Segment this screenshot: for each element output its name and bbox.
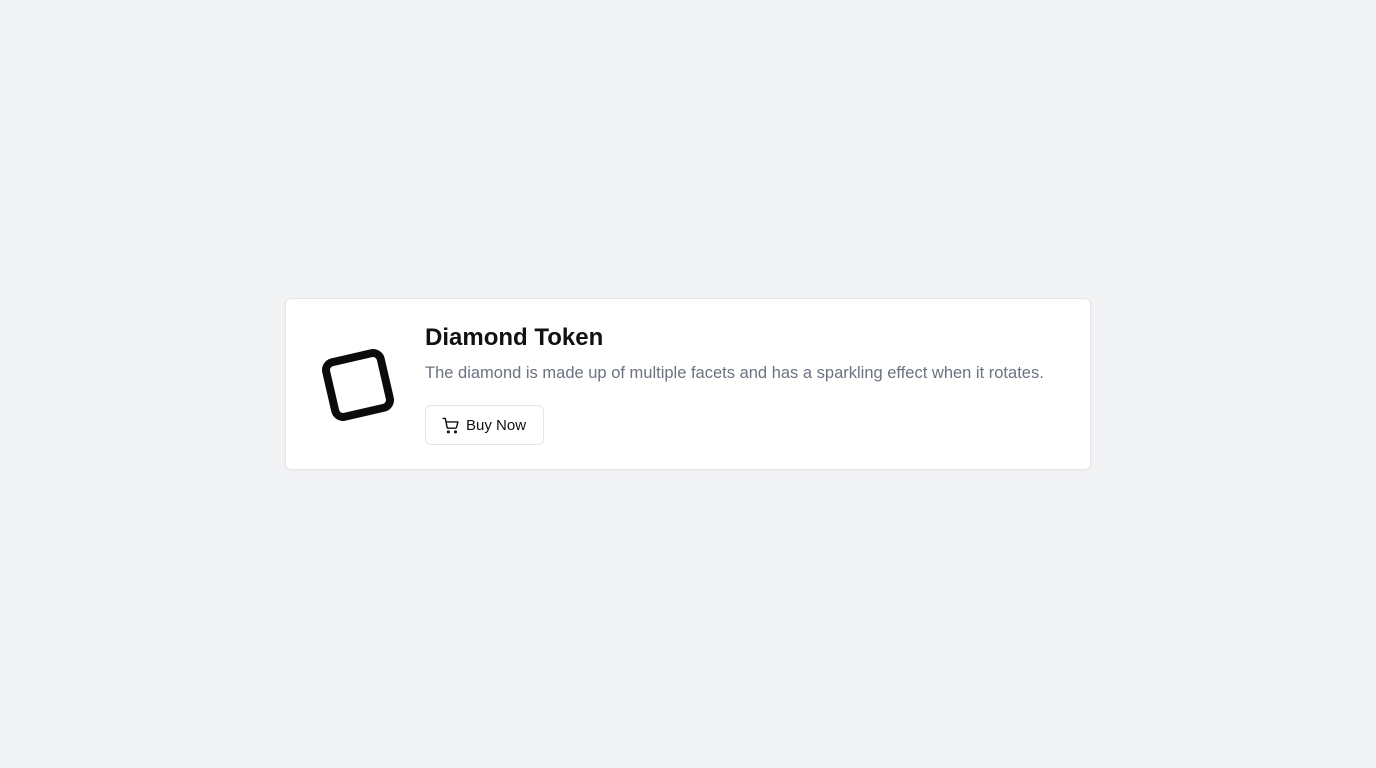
diamond-shape — [319, 346, 397, 424]
product-description: The diamond is made up of multiple facet… — [425, 364, 1044, 382]
diamond-icon — [316, 343, 400, 427]
product-card: Diamond Token The diamond is made up of … — [285, 298, 1091, 470]
buy-now-button[interactable]: Buy Now — [425, 405, 545, 445]
shopping-cart-icon — [442, 417, 459, 434]
product-title: Diamond Token — [425, 324, 604, 351]
product-content: Diamond Token The diamond is made up of … — [425, 323, 1074, 445]
buy-now-label: Buy Now — [466, 416, 527, 434]
